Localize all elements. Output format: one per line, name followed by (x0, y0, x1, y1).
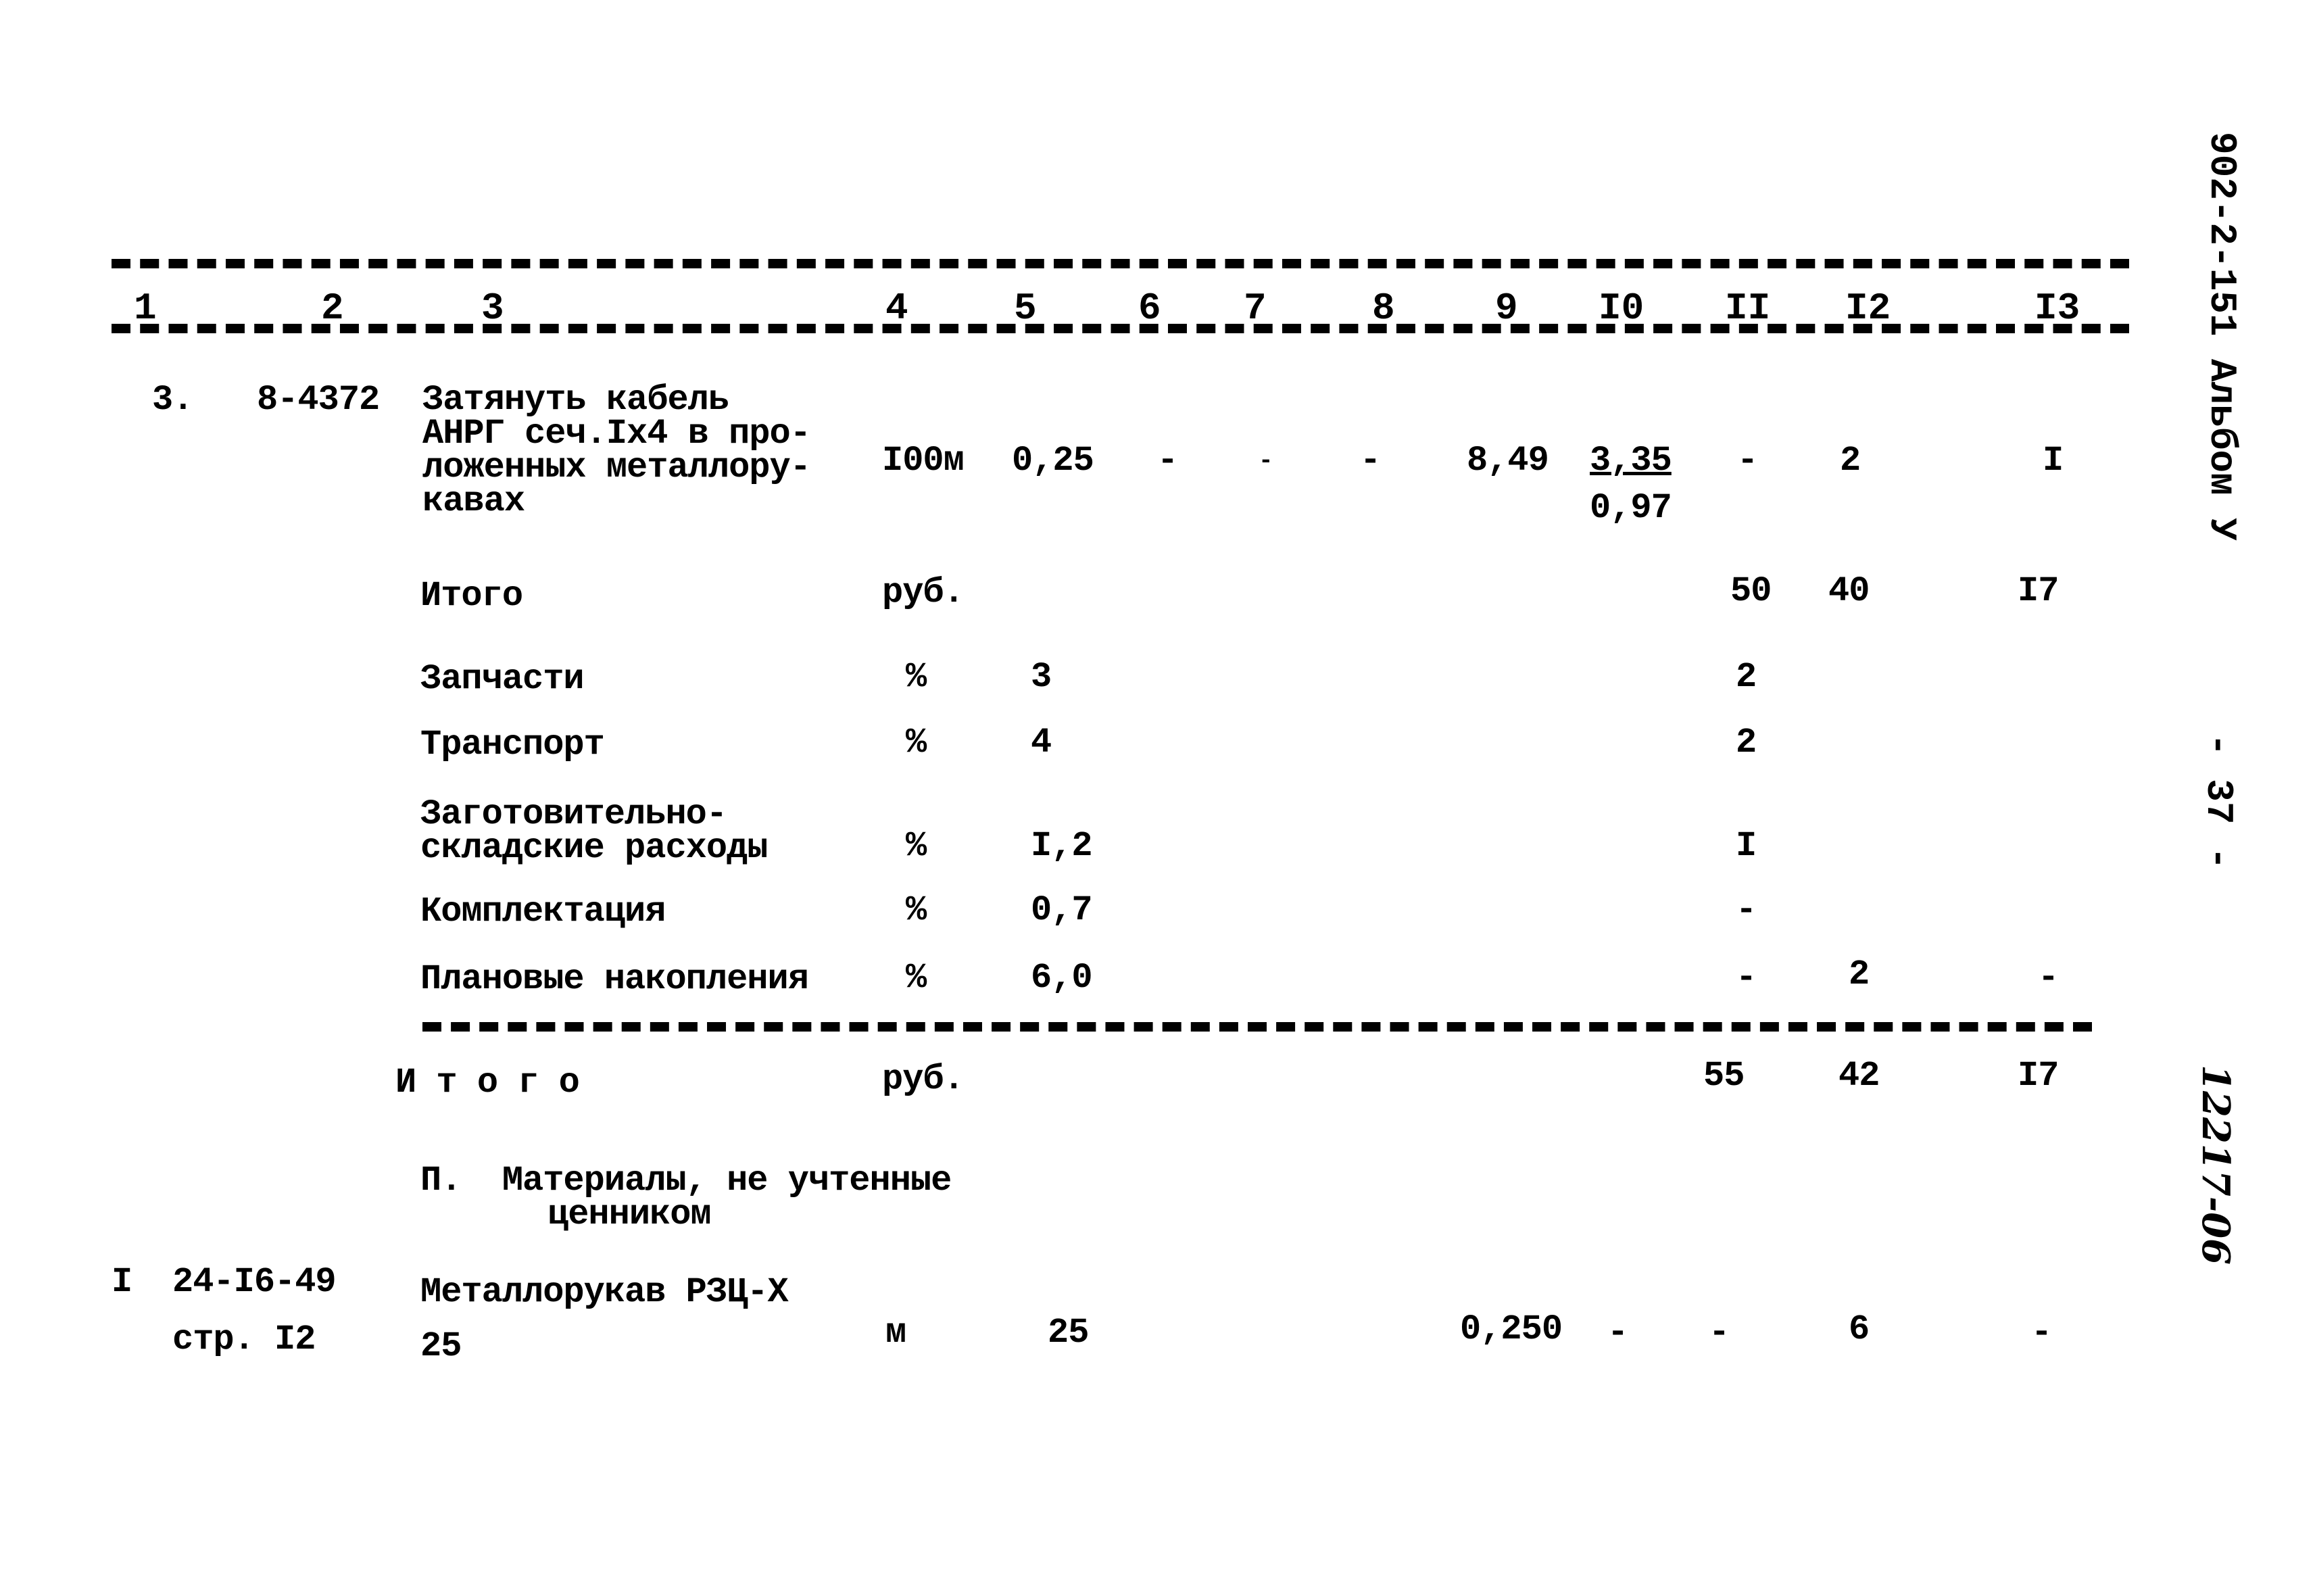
surcharge-rate: I,2 (1031, 826, 1093, 866)
material-qty: 25 (1048, 1313, 1089, 1353)
col-header-1: 1 (134, 287, 157, 330)
surcharge-col11: 2 (1736, 723, 1757, 763)
col-header-12: I2 (1845, 287, 1891, 330)
subtotal-col11: 50 (1730, 571, 1772, 611)
header-top-rule (112, 259, 2129, 268)
material-number: I (112, 1262, 132, 1302)
item-col13: I (2043, 441, 2064, 481)
material-code-line-2: стр. I2 (172, 1320, 316, 1359)
surcharge-label: Транспорт (420, 725, 605, 765)
material-col13: - (2031, 1313, 2052, 1353)
percent-sign: % (906, 723, 927, 763)
item-col12: 2 (1840, 441, 1861, 481)
percent-sign: % (906, 657, 927, 697)
item-col10-bottom: 0,97 (1590, 488, 1672, 528)
total-separator-rule (422, 1022, 2092, 1032)
percent-sign: % (906, 826, 927, 866)
material-unit: м (885, 1313, 906, 1353)
col-header-4: 4 (885, 287, 908, 330)
total-label: И т о г о (395, 1063, 580, 1103)
surcharge-rate: 6,0 (1031, 958, 1093, 998)
col-header-9: 9 (1495, 287, 1518, 330)
surcharge-rate: 3 (1031, 657, 1052, 697)
material-col10: - (1607, 1313, 1628, 1353)
item-description-line-2: АНРГ сеч.Iх4 в про- (422, 414, 811, 454)
item-unit: I00м (882, 441, 965, 481)
section-heading-line-1: П. Материалы, не учтенные (420, 1161, 952, 1201)
surcharge-label: Плановые накопления (420, 959, 809, 999)
col-header-11: II (1725, 287, 1771, 330)
percent-sign: % (906, 958, 927, 998)
col-header-6: 6 (1138, 287, 1161, 330)
header-bottom-rule (112, 324, 2129, 333)
surcharge-col13: - (2038, 958, 2059, 998)
surcharge-col11: - (1736, 890, 1757, 930)
section-heading-line-2: ценником (547, 1194, 712, 1234)
surcharge-col12: 2 (1849, 954, 1870, 994)
surcharge-label-line-1: Заготовительно- (420, 794, 727, 834)
item-col11: - (1737, 441, 1758, 481)
material-col12: 6 (1849, 1309, 1870, 1349)
item-description-line-1: Затянуть кабель (422, 380, 729, 420)
surcharge-col11: I (1736, 826, 1757, 866)
total-unit: руб. (882, 1059, 965, 1099)
total-col12: 42 (1838, 1056, 1880, 1096)
percent-sign: % (906, 890, 927, 930)
surcharge-col11: 2 (1736, 657, 1757, 697)
col-header-8: 8 (1372, 287, 1395, 330)
surcharge-rate: 4 (1031, 723, 1052, 763)
col-header-2: 2 (321, 287, 344, 330)
item-description-line-4: кавах (422, 481, 525, 521)
item-col8: - (1360, 441, 1381, 481)
col-header-10: I0 (1599, 287, 1644, 330)
subtotal-unit: руб. (882, 573, 965, 612)
item-col5: 0,25 (1012, 441, 1094, 481)
subtotal-label: Итого (420, 576, 523, 616)
item-number: 3. (152, 380, 193, 420)
material-name-line-2: 25 (420, 1326, 462, 1366)
col-header-13: I3 (2034, 287, 2080, 330)
item-code: 8-4372 (257, 380, 380, 420)
col-header-5: 5 (1014, 287, 1037, 330)
material-col9: 0,250 (1460, 1309, 1563, 1349)
surcharge-rate: 0,7 (1031, 890, 1093, 930)
col-header-7: 7 (1244, 287, 1267, 330)
item-description-line-3: ложенных металлору- (422, 448, 811, 487)
surcharge-label: Запчасти (420, 659, 585, 699)
total-col13: I7 (2018, 1056, 2059, 1096)
subtotal-col13: I7 (2018, 571, 2059, 611)
document-code-label: 902-2-151 Альбом У (2200, 132, 2243, 541)
total-col11: 55 (1703, 1056, 1745, 1096)
item-col10-top: 3,35 (1590, 441, 1672, 481)
subtotal-col12: 40 (1828, 571, 1870, 611)
item-col6: - (1157, 441, 1178, 481)
item-col9: 8,49 (1467, 441, 1549, 481)
item-col7: - (1259, 447, 1273, 475)
col-header-3: 3 (481, 287, 504, 330)
material-name-line-1: Металлорукав РЗЦ-Х (420, 1272, 789, 1312)
surcharge-label-line-2: складские расходы (420, 828, 768, 868)
material-col11: - (1709, 1313, 1730, 1353)
page-number-label: - 37 - (2197, 733, 2240, 870)
material-code-line-1: 24-I6-49 (172, 1262, 337, 1302)
surcharge-label: Комплектация (420, 892, 666, 932)
surcharge-col11: - (1736, 958, 1757, 998)
archive-number-label: 12217-06 (2193, 1065, 2238, 1265)
